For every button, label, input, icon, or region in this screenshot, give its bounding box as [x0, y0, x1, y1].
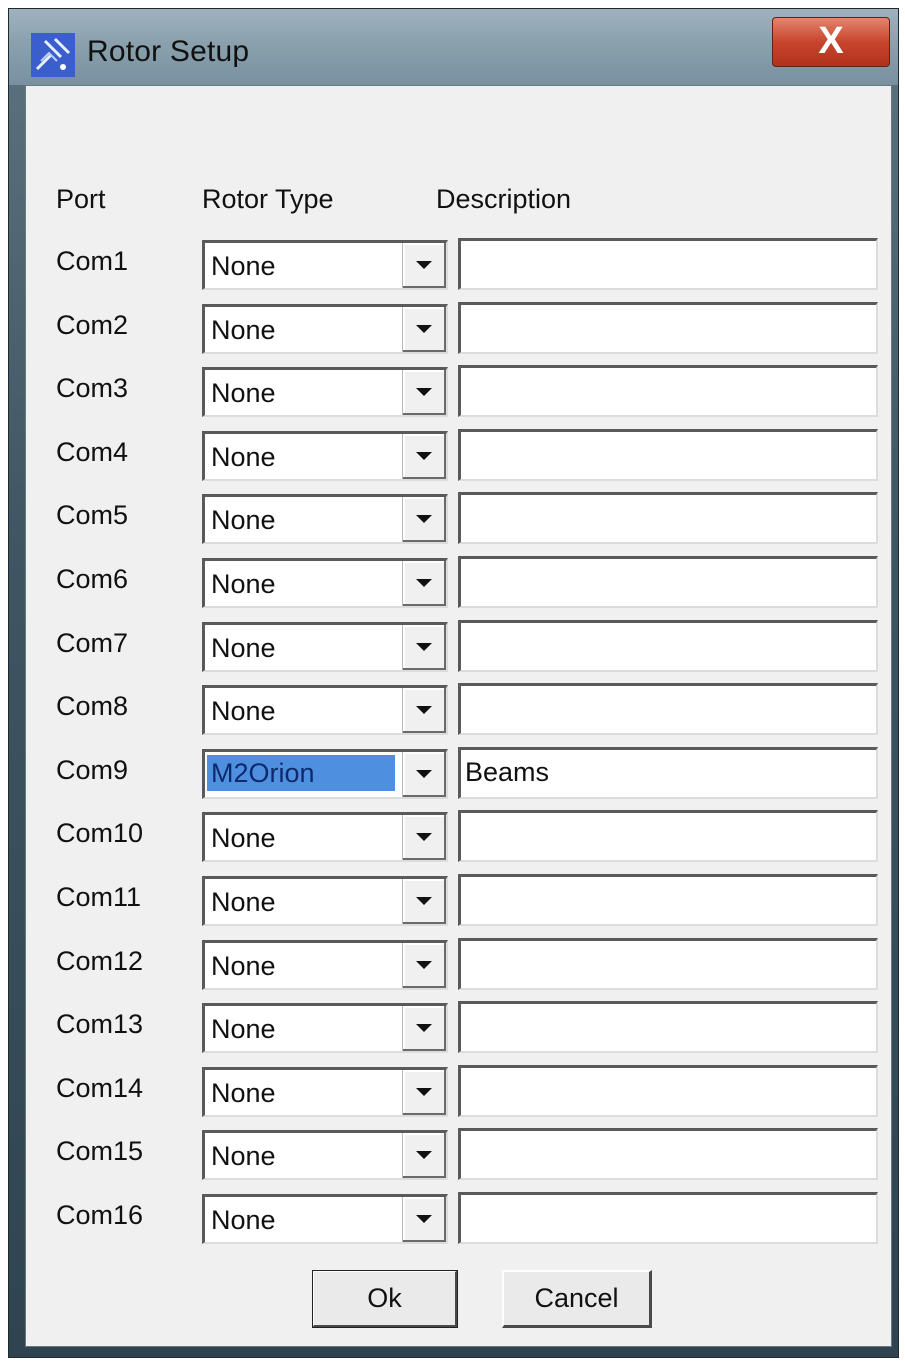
- rotor-type-dropdown[interactable]: None: [202, 685, 448, 735]
- description-field[interactable]: [458, 938, 878, 990]
- rotor-type-dropdown[interactable]: None: [202, 1067, 448, 1117]
- port-label: Com9: [56, 755, 129, 785]
- rotor-type-value: None: [211, 696, 276, 726]
- close-button[interactable]: X: [772, 17, 890, 67]
- description-field[interactable]: [458, 365, 878, 417]
- ok-button[interactable]: Ok: [312, 1270, 458, 1328]
- rotor-type-value: None: [211, 1014, 276, 1044]
- chevron-down-icon[interactable]: [402, 434, 446, 479]
- port-label: Com13: [56, 1009, 144, 1039]
- chevron-down-icon[interactable]: [402, 879, 446, 924]
- rotor-type-dropdown[interactable]: None: [202, 1003, 448, 1053]
- port-label: Com7: [56, 628, 129, 658]
- description-field[interactable]: [458, 1001, 878, 1053]
- rotor-type-value: None: [211, 951, 276, 981]
- rotor-type-value: None: [211, 442, 276, 472]
- rotor-type-value: None: [211, 887, 276, 917]
- description-field[interactable]: [458, 556, 878, 608]
- rotor-type-value: None: [211, 315, 276, 345]
- port-label: Com14: [56, 1073, 144, 1103]
- port-column-header: Port: [56, 184, 106, 214]
- rotor-type-dropdown[interactable]: None: [202, 494, 448, 544]
- port-label: Com2: [56, 310, 129, 340]
- description-field[interactable]: [458, 429, 878, 481]
- rotor-type-value: None: [211, 1078, 276, 1108]
- port-label: Com8: [56, 691, 129, 721]
- chevron-down-icon[interactable]: [402, 1006, 446, 1051]
- cancel-button[interactable]: Cancel: [502, 1270, 652, 1328]
- port-label: Com5: [56, 500, 129, 530]
- rotor-type-dropdown[interactable]: None: [202, 812, 448, 862]
- description-field[interactable]: [458, 1128, 878, 1180]
- rotor-type-dropdown[interactable]: None: [202, 558, 448, 608]
- description-field[interactable]: [458, 302, 878, 354]
- satellite-icon: [31, 33, 75, 77]
- port-label: Com15: [56, 1136, 144, 1166]
- chevron-down-icon[interactable]: [402, 561, 446, 606]
- chevron-down-icon[interactable]: [402, 1070, 446, 1115]
- chevron-down-icon[interactable]: [402, 752, 446, 797]
- rotor-type-value: None: [211, 1205, 276, 1235]
- port-label: Com3: [56, 373, 129, 403]
- rotor-type-value: None: [211, 569, 276, 599]
- port-label: Com10: [56, 818, 144, 848]
- rotor-type-dropdown[interactable]: None: [202, 367, 448, 417]
- description-field[interactable]: [458, 492, 878, 544]
- rotor-type-dropdown[interactable]: None: [202, 240, 448, 290]
- chevron-down-icon[interactable]: [402, 243, 446, 288]
- port-label: Com11: [56, 882, 142, 912]
- description-field[interactable]: [458, 683, 878, 735]
- description-field[interactable]: [458, 1192, 878, 1244]
- rotor-type-value: None: [211, 633, 276, 663]
- rotor-type-value: None: [211, 1141, 276, 1171]
- description-field[interactable]: [458, 238, 878, 290]
- chevron-down-icon[interactable]: [402, 307, 446, 352]
- description-field[interactable]: [458, 874, 878, 926]
- port-label: Com1: [56, 246, 129, 276]
- rotor-type-dropdown[interactable]: None: [202, 1194, 448, 1244]
- chevron-down-icon[interactable]: [402, 625, 446, 670]
- description-column-header: Description: [436, 184, 572, 214]
- chevron-down-icon[interactable]: [402, 1197, 446, 1242]
- description-field[interactable]: [458, 810, 878, 862]
- title-bar[interactable]: Rotor Setup X: [9, 9, 898, 85]
- chevron-down-icon[interactable]: [402, 370, 446, 415]
- rotor-type-dropdown[interactable]: None: [202, 940, 448, 990]
- rotor-type-column-header: Rotor Type: [202, 184, 334, 214]
- rotor-type-value: None: [211, 251, 276, 281]
- rotor-type-dropdown[interactable]: None: [202, 431, 448, 481]
- rotor-type-dropdown[interactable]: None: [202, 1130, 448, 1180]
- rotor-type-value: None: [211, 378, 276, 408]
- description-field[interactable]: Beams: [458, 747, 878, 799]
- port-label: Com4: [56, 437, 129, 467]
- port-label: Com12: [56, 946, 144, 976]
- rotor-type-dropdown[interactable]: M2Orion: [202, 749, 448, 799]
- description-field[interactable]: [458, 620, 878, 672]
- window-title: Rotor Setup: [87, 35, 250, 68]
- chevron-down-icon[interactable]: [402, 688, 446, 733]
- description-field[interactable]: [458, 1065, 878, 1117]
- rotor-type-dropdown[interactable]: None: [202, 304, 448, 354]
- port-label: Com16: [56, 1200, 144, 1230]
- port-label: Com6: [56, 564, 129, 594]
- chevron-down-icon[interactable]: [402, 815, 446, 860]
- dialog-body: Port Rotor Type Description Com1 None Com2…: [25, 85, 892, 1347]
- rotor-type-dropdown[interactable]: None: [202, 876, 448, 926]
- rotor-setup-window: Rotor Setup X Port Rotor Type Descriptio…: [8, 8, 899, 1358]
- rotor-type-dropdown[interactable]: None: [202, 622, 448, 672]
- chevron-down-icon[interactable]: [402, 497, 446, 542]
- rotor-type-value: None: [211, 823, 276, 853]
- rotor-type-value: M2Orion: [207, 755, 395, 791]
- chevron-down-icon[interactable]: [402, 1133, 446, 1178]
- chevron-down-icon[interactable]: [402, 943, 446, 988]
- rotor-type-value: None: [211, 505, 276, 535]
